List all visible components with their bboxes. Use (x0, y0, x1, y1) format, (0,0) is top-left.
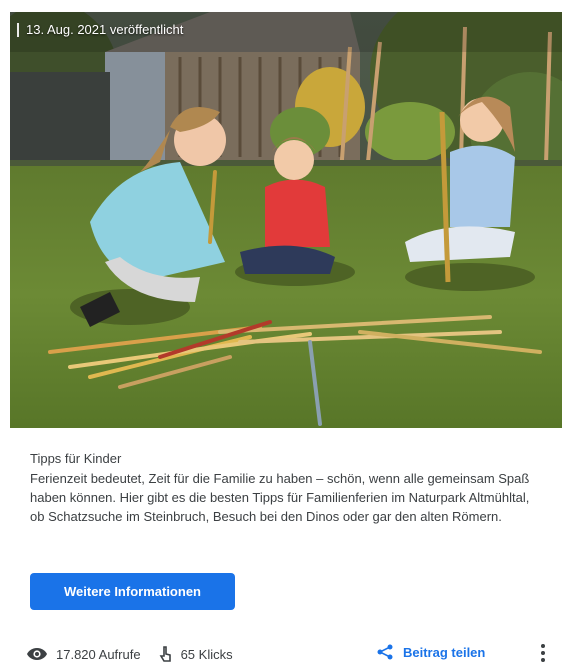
touch-icon (159, 646, 171, 662)
post-body: Tipps für Kinder Ferienzeit bedeutet, Ze… (30, 450, 540, 526)
share-post-button[interactable]: Beitrag teilen (376, 644, 485, 660)
post-category: Tipps für Kinder (30, 451, 122, 466)
post-date: 13. Aug. 2021 veröffentlicht (26, 22, 184, 37)
eye-icon (27, 648, 47, 660)
children-playing-mikado-image (10, 12, 562, 428)
date-marker (17, 23, 19, 37)
views-stat: 17.820 Aufrufe (26, 646, 141, 662)
post-description: Ferienzeit bedeutet, Zeit für die Famili… (30, 471, 530, 524)
share-icon (377, 644, 393, 660)
post-stats: 17.820 Aufrufe 65 Klicks (26, 645, 251, 663)
more-info-button[interactable]: Weitere Informationen (30, 573, 235, 610)
post-card: 13. Aug. 2021 veröffentlicht Tipps für K… (0, 0, 563, 663)
clicks-count: 65 Klicks (180, 646, 233, 662)
more-vert-icon[interactable] (537, 644, 549, 662)
share-label: Beitrag teilen (403, 644, 486, 660)
clicks-stat: 65 Klicks (159, 646, 233, 662)
views-count: 17.820 Aufrufe (56, 646, 141, 662)
post-photo[interactable] (10, 12, 562, 428)
